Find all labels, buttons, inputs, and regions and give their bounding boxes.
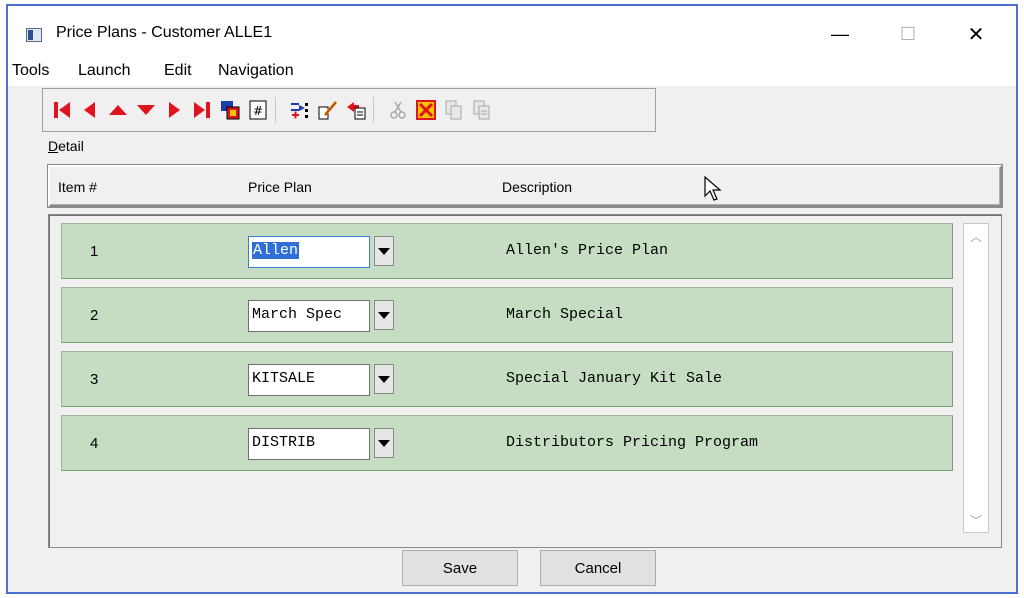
scroll-up-icon[interactable]: ︿ <box>964 226 988 246</box>
app-window: Price Plans - Customer ALLE1 — ☐ ✕ Tools… <box>6 4 1018 594</box>
row-description: Special January Kit Sale <box>506 370 723 387</box>
page-down-icon[interactable] <box>133 97 159 123</box>
price-plan-field[interactable]: DISTRIB <box>248 428 370 460</box>
menu-navigation[interactable]: Navigation <box>218 62 294 80</box>
save-button[interactable]: Save <box>402 550 518 586</box>
price-plan-field[interactable]: March Spec <box>248 300 370 332</box>
next-record-icon[interactable] <box>161 97 187 123</box>
price-plan-value: Allen <box>252 242 300 259</box>
row-description: March Special <box>506 306 624 323</box>
paste-icon[interactable] <box>343 97 369 123</box>
menu-edit[interactable]: Edit <box>164 62 192 80</box>
table-row: 1 Allen Allen's Price Plan <box>61 223 953 279</box>
table-row: 4 DISTRIB Distributors Pricing Program <box>61 415 953 471</box>
cut-icon[interactable] <box>385 97 411 123</box>
copy-icon[interactable] <box>441 97 467 123</box>
number-icon[interactable]: # <box>245 97 271 123</box>
cancel-button[interactable]: Cancel <box>540 550 656 586</box>
header-price-plan: Price Plan <box>248 179 312 195</box>
window-title: Price Plans - Customer ALLE1 <box>56 24 273 41</box>
price-plan-field[interactable]: Allen <box>248 236 370 268</box>
row-description: Distributors Pricing Program <box>506 434 759 451</box>
row-item-number: 2 <box>90 307 99 324</box>
column-header-row: Item # Price Plan Description <box>48 165 1002 207</box>
first-record-icon[interactable] <box>49 97 75 123</box>
menu-launch[interactable]: Launch <box>78 62 131 80</box>
duplicate-icon[interactable] <box>469 97 495 123</box>
price-plan-dropdown-button[interactable] <box>374 428 394 458</box>
price-plan-list: 1 Allen Allen's Price Plan 2 March Spec … <box>48 214 1002 548</box>
toolbar-separator <box>275 97 276 123</box>
row-item-number: 3 <box>90 371 99 388</box>
toolbar: # <box>42 88 656 132</box>
price-plan-dropdown-button[interactable] <box>374 300 394 330</box>
delete-icon[interactable] <box>413 97 439 123</box>
minimize-button[interactable]: — <box>820 20 860 48</box>
last-record-icon[interactable] <box>189 97 215 123</box>
find-icon[interactable] <box>217 97 243 123</box>
price-plan-field[interactable]: KITSALE <box>248 364 370 396</box>
title-bar: Price Plans - Customer ALLE1 — ☐ ✕ <box>8 6 1016 58</box>
header-item-number: Item # <box>58 179 97 195</box>
insert-row-icon[interactable] <box>287 97 313 123</box>
menu-bar: Tools Launch Edit Navigation <box>8 58 1016 86</box>
edit-icon[interactable] <box>315 97 341 123</box>
scroll-down-icon[interactable]: ﹀ <box>964 510 988 530</box>
page-up-icon[interactable] <box>105 97 131 123</box>
previous-record-icon[interactable] <box>77 97 103 123</box>
table-row: 2 March Spec March Special <box>61 287 953 343</box>
price-plan-dropdown-button[interactable] <box>374 364 394 394</box>
menu-tools[interactable]: Tools <box>12 62 49 80</box>
mouse-cursor-icon <box>704 176 722 201</box>
row-description: Allen's Price Plan <box>506 242 669 259</box>
row-item-number: 1 <box>90 243 99 260</box>
table-row: 3 KITSALE Special January Kit Sale <box>61 351 953 407</box>
close-button[interactable]: ✕ <box>956 20 996 48</box>
maximize-button[interactable]: ☐ <box>888 20 928 48</box>
detail-label: Detail <box>48 138 84 154</box>
price-plan-dropdown-button[interactable] <box>374 236 394 266</box>
app-icon <box>26 28 42 42</box>
svg-text:#: # <box>253 104 263 118</box>
row-item-number: 4 <box>90 435 99 452</box>
vertical-scrollbar[interactable]: ︿ ﹀ <box>963 223 989 533</box>
toolbar-separator <box>373 97 374 123</box>
header-description: Description <box>502 179 573 195</box>
